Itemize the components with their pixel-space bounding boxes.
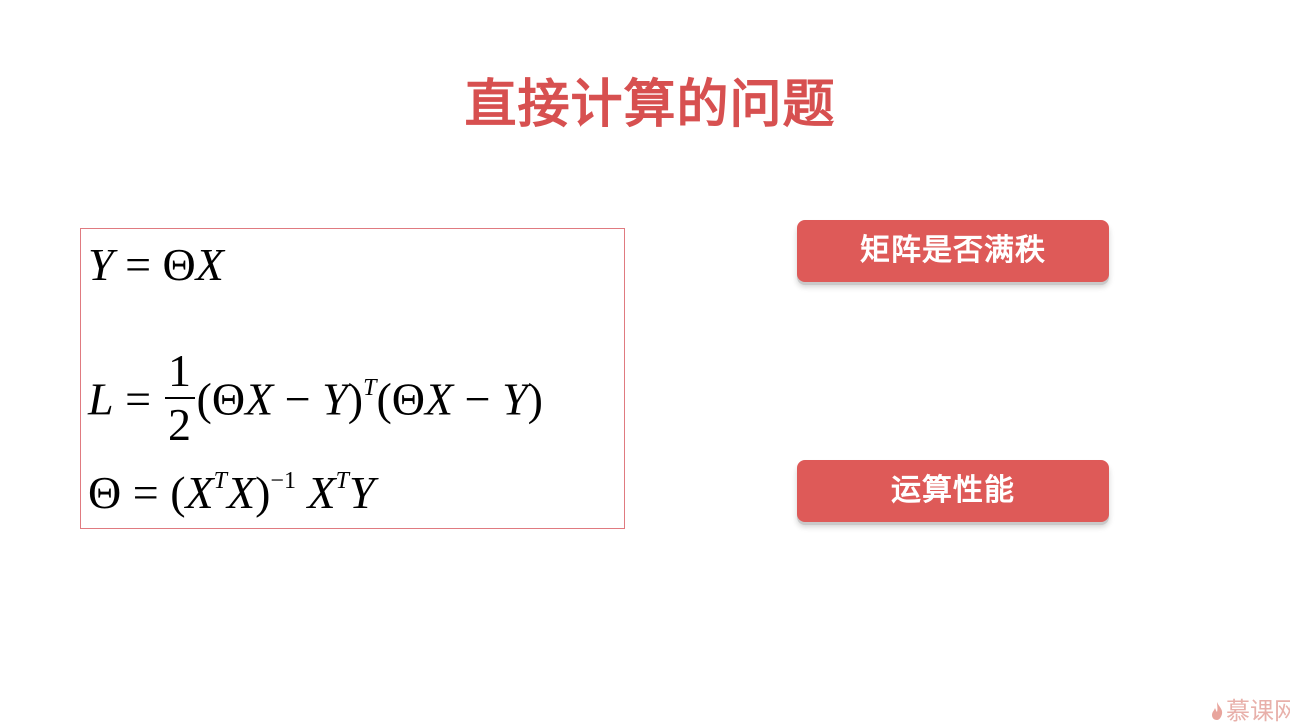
formula-symbol: ( bbox=[376, 373, 392, 425]
formula-symbol: ) bbox=[347, 373, 364, 425]
formula-symbol: Θ bbox=[162, 239, 196, 290]
formula-symbol: − bbox=[284, 373, 311, 425]
fraction-denominator: 2 bbox=[168, 399, 192, 450]
formula-symbol: Y bbox=[502, 373, 528, 425]
formula-superscript: T bbox=[213, 468, 227, 494]
formula-y-equals-theta-x: Y = ΘX bbox=[88, 242, 224, 288]
formula-symbol: Y bbox=[348, 467, 375, 518]
formula-superscript: T bbox=[335, 468, 349, 494]
formula-symbol: Θ bbox=[391, 373, 426, 425]
formula-symbol: X bbox=[185, 467, 214, 518]
formula-symbol: X bbox=[245, 373, 274, 425]
formula-symbol: − bbox=[464, 373, 491, 425]
formula-symbol: X bbox=[226, 467, 256, 518]
formula-symbol: X bbox=[307, 467, 336, 518]
formula-symbol: ) bbox=[527, 373, 543, 425]
formula-symbol: X bbox=[195, 239, 224, 290]
tag-computation-performance: 运算性能 bbox=[797, 460, 1109, 522]
watermark-text: 慕课网 bbox=[1226, 697, 1290, 725]
formula-loss: L = 1 2 (ΘX − Y)T(ΘX − Y) bbox=[88, 347, 543, 455]
formula-symbol: L bbox=[88, 373, 114, 425]
flame-icon bbox=[1212, 702, 1223, 720]
formula-symbol: = bbox=[125, 373, 152, 425]
formula-symbol: Y bbox=[88, 239, 114, 290]
formula-superscript: −1 bbox=[270, 468, 296, 494]
formula-superscript: T bbox=[363, 374, 377, 401]
fraction-one-half: 12 bbox=[164, 345, 195, 450]
formula-symbol: X bbox=[425, 373, 454, 425]
formula-symbol: ( bbox=[170, 467, 186, 518]
fraction-numerator: 1 bbox=[168, 345, 192, 396]
formula-normal-equation: Θ = (XTX)−1 XTY bbox=[88, 467, 375, 518]
formula-symbol: = bbox=[132, 467, 159, 518]
formula-symbol: Θ bbox=[88, 467, 122, 518]
formula-symbol: ) bbox=[255, 467, 271, 518]
formula-symbol: Θ bbox=[211, 373, 246, 425]
tag-matrix-full-rank: 矩阵是否满秩 bbox=[797, 220, 1109, 282]
watermark-logo: 慕课网 bbox=[1210, 697, 1290, 725]
formula-symbol: = bbox=[125, 239, 152, 290]
slide-title: 直接计算的问题 bbox=[464, 75, 836, 135]
formula-symbol: Y bbox=[322, 373, 348, 425]
formula-symbol: ( bbox=[196, 373, 212, 425]
